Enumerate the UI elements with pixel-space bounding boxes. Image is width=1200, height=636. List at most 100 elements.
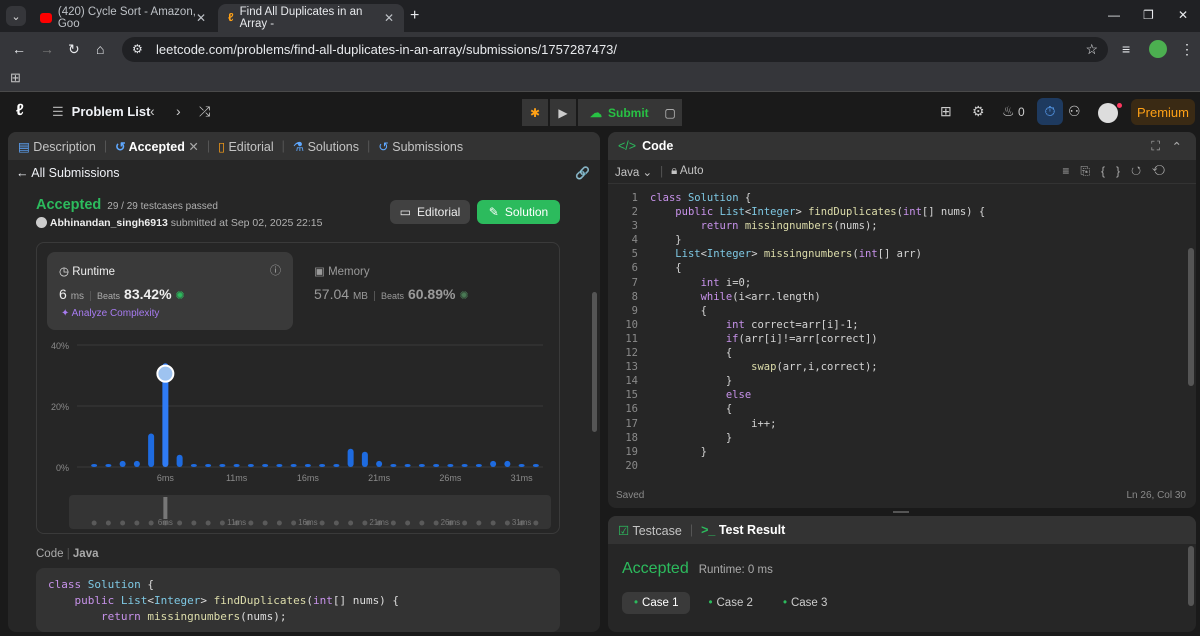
close-window-icon[interactable]: ✕ (1178, 8, 1188, 22)
editorial-button[interactable]: ▭ Editorial (390, 200, 470, 224)
menu-icon[interactable]: ⋮ (1180, 41, 1194, 58)
case-2-tab[interactable]: • Case 2 (696, 592, 764, 614)
browser-tab-youtube[interactable]: (420) Cycle Sort - Amazon, Goo ✕ (30, 4, 216, 32)
chart-bar (91, 463, 98, 467)
tab-testcase[interactable]: ☑ Testcase (618, 523, 682, 538)
bookmark-star-icon[interactable]: ☆ (1085, 41, 1098, 58)
back-icon[interactable]: ← (12, 41, 26, 57)
auto-mode[interactable]: 🔒︎ Auto (671, 165, 703, 178)
tab-test-result[interactable]: >_ Test Result (701, 523, 785, 537)
code-panel: </> Code ⛶ ⌃ Java ⌄ | 🔒︎ Auto ≡⎘{}↺⟲ 1234… (608, 132, 1196, 508)
history-icon: ↺ (115, 139, 126, 154)
runtime-distribution-chart[interactable]: 40% 20% 0% 6ms 6ms 11ms 11ms 16ms 16ms 21ms 21ms 26… (37, 243, 561, 535)
overview-dot (390, 520, 396, 526)
url-field[interactable]: ⚙ leetcode.com/problems/find-all-duplica… (122, 37, 1108, 62)
minimize-icon[interactable]: — (1108, 8, 1120, 22)
solution-button[interactable]: ✎ Solution (477, 200, 560, 224)
stopwatch-icon: ⏱ (1044, 103, 1056, 119)
problem-list-label: Problem List (71, 104, 151, 119)
overview-dot (91, 520, 97, 526)
profile-avatar[interactable] (1149, 40, 1167, 58)
chart-bar (347, 448, 354, 467)
chart-bar (247, 463, 254, 467)
tab-solutions[interactable]: ⚗ Solutions (293, 139, 359, 154)
overview-tick-label: 31ms (512, 518, 532, 527)
restore-icon[interactable]: ❐ (1143, 8, 1154, 22)
prev-problem-icon[interactable]: ‹ (150, 103, 155, 119)
home-icon[interactable]: ⌂ (96, 41, 104, 57)
add-user-icon[interactable]: ⚇ (1068, 103, 1081, 120)
submit-button[interactable]: ☁ Submit (578, 99, 661, 126)
resize-handle[interactable] (893, 511, 909, 513)
overview-dot (419, 520, 425, 526)
scrollbar[interactable] (592, 292, 597, 432)
tab-search-button[interactable]: ⌄ (6, 6, 26, 26)
language-select[interactable]: Java ⌄ (615, 165, 652, 179)
result-panel: ☑ Testcase | >_ Test Result Accepted Runti… (608, 516, 1196, 632)
submission-byline: Abhinandan_singh6913 submitted at Sep 02… (36, 217, 322, 229)
checkbox-icon: ☑ (618, 523, 630, 538)
chart-bar (361, 451, 368, 467)
link-icon[interactable]: 🔗 (575, 166, 590, 180)
site-info-icon[interactable]: ⚙ (132, 42, 143, 56)
shuffle-icon[interactable]: ⤮ (199, 103, 210, 120)
terminal-icon: >_ (701, 523, 716, 537)
chart-bar (276, 463, 283, 467)
left-tabs: ▤ Description | ↺ Accepted ✕ | ▯ Editorial… (8, 132, 600, 160)
all-submissions-link[interactable]: ← All Submissions (16, 166, 120, 180)
reload-icon[interactable]: ↻ (68, 41, 80, 58)
case-1-tab[interactable]: • Case 1 (622, 592, 691, 614)
overview-dot (490, 520, 496, 526)
timer-button[interactable]: ⏱ (1037, 98, 1063, 125)
debug-button[interactable]: ✱ (522, 99, 548, 126)
cursor-position: Ln 26, Col 30 (1126, 490, 1187, 501)
tab-editorial[interactable]: ▯ Editorial (218, 139, 274, 154)
leetcode-logo[interactable]: ℓ (16, 102, 36, 122)
premium-button[interactable]: Premium (1131, 99, 1195, 125)
result-runtime: Runtime: 0 ms (698, 564, 773, 576)
overview-dot (177, 520, 183, 526)
overview-handle (163, 497, 168, 519)
runtime-chart-card: ◷ Runtime ⓘ 6 ms Beats 83.42% ✺ ✦ Analyze … (36, 242, 560, 534)
new-tab-button[interactable]: + (410, 7, 419, 25)
chart-bar (233, 463, 240, 467)
close-icon[interactable]: ✕ (196, 11, 206, 25)
chart-bar (390, 463, 397, 467)
flask-icon: ⚗ (292, 139, 305, 154)
tab-description[interactable]: ▤ Description (18, 139, 96, 154)
overview-dot (333, 520, 339, 526)
user-avatar[interactable] (1098, 103, 1118, 123)
forward-icon[interactable]: → (40, 41, 54, 57)
next-problem-icon[interactable]: › (176, 103, 181, 119)
notes-button[interactable]: ▢ (658, 99, 682, 126)
close-icon[interactable]: ✕ (188, 140, 198, 154)
overview-tick-label: 16ms (298, 518, 318, 527)
username[interactable]: Abhinandan_singh6913 (50, 217, 168, 229)
user-marker (156, 364, 175, 383)
case-3-tab[interactable]: • Case 3 (771, 592, 839, 614)
editor-scrollbar[interactable] (1188, 248, 1194, 386)
code-editor[interactable]: 1 2 3 4 5 6 7 8 9 10 11 12 13 14 15 16 17 18 19 20 class So… (608, 188, 1196, 478)
problem-list-button[interactable]: ☰ Problem List (52, 104, 150, 120)
collapse-icon[interactable]: ⌃ (1172, 139, 1182, 154)
y-tick-label: 0% (56, 463, 69, 473)
apps-icon[interactable]: ⊞ (10, 70, 21, 86)
chart-bar (205, 463, 212, 467)
tab-submissions[interactable]: ↺ Submissions (378, 139, 463, 154)
run-button[interactable]: ▶ (550, 99, 576, 126)
chart-bar (433, 463, 440, 467)
edit-icon: ✎ (488, 205, 499, 219)
settings-icon[interactable]: ⚙ (972, 103, 985, 120)
y-tick-label: 20% (51, 402, 69, 412)
tab-accepted[interactable]: ↺ Accepted ✕ (115, 139, 199, 154)
fire-icon[interactable]: ♨ (1002, 103, 1015, 120)
browser-tab-leetcode[interactable]: ℓ Find All Duplicates in an Array - ✕ (218, 4, 404, 32)
layout-icon[interactable]: ⊞ (940, 103, 952, 120)
editor-tools[interactable]: ≡⎘{}↺⟲ (1062, 164, 1176, 179)
scrollbar[interactable] (1188, 546, 1194, 606)
reading-list-icon[interactable]: ≡ (1122, 41, 1130, 57)
code-lines: class Solution { public List<Integer> fi… (650, 192, 986, 458)
code-panel-header: </> Code ⛶ ⌃ (608, 132, 1196, 160)
close-icon[interactable]: ✕ (384, 11, 394, 25)
expand-icon[interactable]: ⛶ (1151, 139, 1160, 154)
